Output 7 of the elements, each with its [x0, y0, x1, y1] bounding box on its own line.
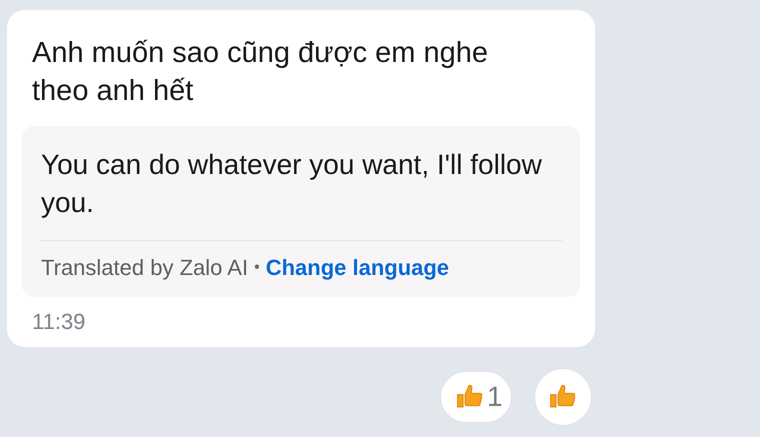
translation-credit: Translated by Zalo AI — [41, 255, 248, 281]
separator-dot: • — [254, 259, 260, 277]
reaction-count-button[interactable]: 1 — [441, 372, 511, 422]
message-time: 11:39 — [31, 309, 86, 335]
translation-text: You can do whatever you want, I'll follow you. — [41, 148, 543, 220]
change-language-link[interactable]: Change language — [266, 255, 450, 281]
message-text: Anh muốn sao cũng được em nghe theo anh hết — [31, 36, 489, 109]
